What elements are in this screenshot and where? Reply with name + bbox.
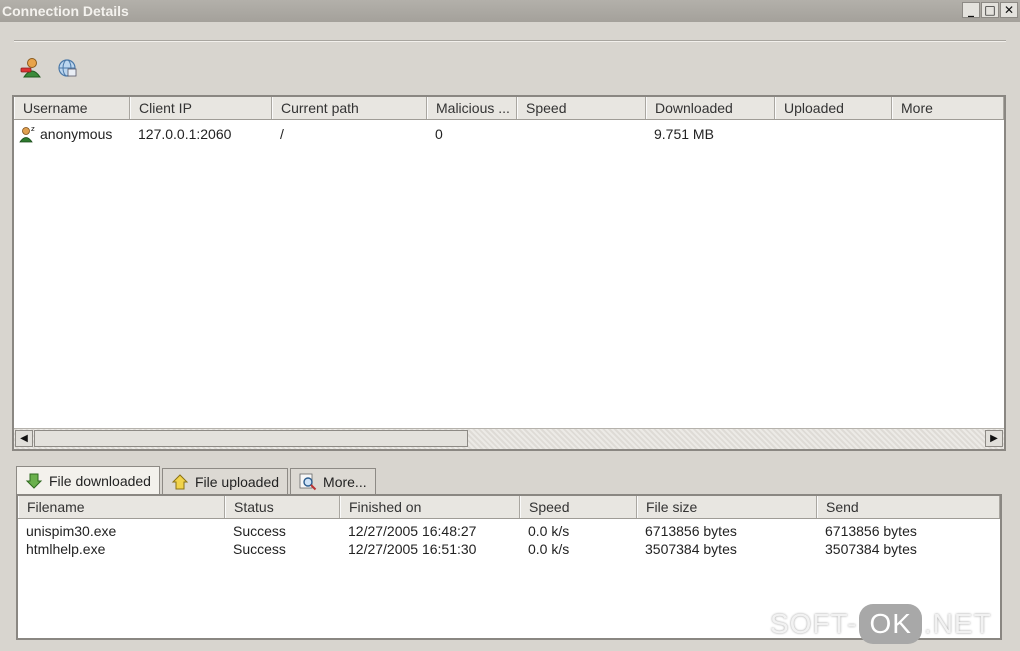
watermark-left: SOFT- xyxy=(770,608,858,639)
download-arrow-icon xyxy=(25,473,43,489)
column-send[interactable]: Send xyxy=(817,496,1000,518)
cell-finished-on: 12/27/2005 16:48:27 xyxy=(348,523,477,539)
username-text: anonymous xyxy=(40,126,113,142)
cell-speed xyxy=(517,123,646,145)
cell-username: z anonymous xyxy=(14,123,130,145)
transfers-header: Filename Status Finished on Speed File s… xyxy=(18,496,1000,519)
cell-file-size: 6713856 bytes xyxy=(645,523,737,539)
cell-status: Success xyxy=(233,541,286,557)
maximize-button[interactable]: □ xyxy=(981,2,999,18)
window-titlebar: Connection Details _ □ ✕ xyxy=(0,0,1020,22)
connections-list[interactable]: Username Client IP Current path Maliciou… xyxy=(12,95,1006,451)
column-username[interactable]: Username xyxy=(14,97,130,119)
minimize-button[interactable]: _ xyxy=(962,2,980,18)
cell-malicious: 0 xyxy=(435,126,443,142)
column-more[interactable]: More xyxy=(892,97,1004,119)
magnifier-icon xyxy=(299,473,317,490)
column-file-size[interactable]: File size xyxy=(637,496,817,518)
column-uploaded[interactable]: Uploaded xyxy=(775,97,892,119)
disconnect-user-icon xyxy=(20,58,41,78)
cell-file-size: 3507384 bytes xyxy=(645,541,737,557)
tab-more[interactable]: More... xyxy=(290,468,376,494)
table-row[interactable]: unispim30.exe Success 12/27/2005 16:48:2… xyxy=(18,522,1000,540)
cell-downloaded: 9.751 MB xyxy=(654,126,714,142)
cell-uploaded xyxy=(775,123,892,145)
cell-finished-on: 12/27/2005 16:51:30 xyxy=(348,541,477,557)
refresh-connection-button[interactable] xyxy=(54,55,80,81)
column-client-ip[interactable]: Client IP xyxy=(130,97,272,119)
tab-label: File downloaded xyxy=(49,472,151,489)
tab-file-downloaded[interactable]: File downloaded xyxy=(16,466,160,494)
watermark: SOFT- OK .NET xyxy=(770,604,992,644)
table-row[interactable]: htmlhelp.exe Success 12/27/2005 16:51:30… xyxy=(18,540,1000,558)
scroll-left-button[interactable]: ◀ xyxy=(15,430,33,447)
column-current-path[interactable]: Current path xyxy=(272,97,427,119)
cell-filename: htmlhelp.exe xyxy=(26,541,106,557)
refresh-connection-icon xyxy=(58,59,77,77)
cell-client-ip: 127.0.0.1:2060 xyxy=(138,126,232,142)
cell-filename: unispim30.exe xyxy=(26,523,117,539)
cell-status: Success xyxy=(233,523,286,539)
column-finished-on[interactable]: Finished on xyxy=(340,496,520,518)
cell-speed: 0.0 k/s xyxy=(528,523,570,539)
window-controls: _ □ ✕ xyxy=(962,2,1018,18)
toolbar-separator xyxy=(14,40,1006,42)
cell-current-path: / xyxy=(280,126,284,142)
disconnect-user-button[interactable] xyxy=(18,55,44,81)
column-status[interactable]: Status xyxy=(225,496,340,518)
horizontal-scrollbar[interactable]: ◀ ▶ xyxy=(14,428,1004,449)
tab-label: More... xyxy=(323,473,367,490)
connections-header: Username Client IP Current path Maliciou… xyxy=(14,97,1004,120)
close-button[interactable]: ✕ xyxy=(1000,2,1018,18)
column-downloaded[interactable]: Downloaded xyxy=(646,97,775,119)
cell-speed: 0.0 k/s xyxy=(528,541,570,557)
scroll-right-button[interactable]: ▶ xyxy=(985,430,1003,447)
column-filename[interactable]: Filename xyxy=(18,496,225,518)
svg-text:z: z xyxy=(31,125,35,133)
tab-file-uploaded[interactable]: File uploaded xyxy=(161,468,289,494)
toolbar xyxy=(18,55,80,81)
table-row[interactable]: z anonymous 127.0.0.1:2060 / 0 9.751 MB xyxy=(14,123,1004,145)
transfer-tabs: File downloaded File uploaded More... xyxy=(16,466,378,494)
tab-label: File uploaded xyxy=(194,473,280,490)
column-malicious[interactable]: Malicious ... xyxy=(427,97,517,119)
cell-send: 6713856 bytes xyxy=(825,523,917,539)
column-speed[interactable]: Speed xyxy=(520,496,637,518)
column-speed[interactable]: Speed xyxy=(517,97,646,119)
window-title: Connection Details xyxy=(2,3,129,19)
cell-more xyxy=(892,123,1004,145)
watermark-right: .NET xyxy=(923,608,992,639)
cell-send: 3507384 bytes xyxy=(825,541,917,557)
user-icon: z xyxy=(19,125,35,143)
watermark-badge: OK xyxy=(859,604,922,644)
scroll-thumb[interactable] xyxy=(34,430,468,447)
upload-arrow-icon xyxy=(171,473,189,489)
